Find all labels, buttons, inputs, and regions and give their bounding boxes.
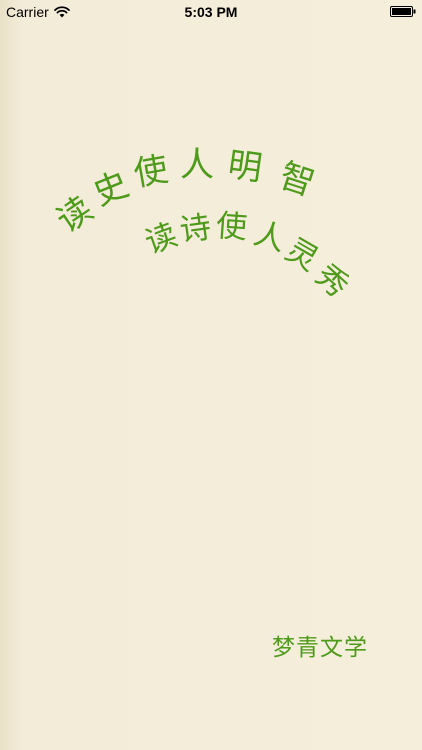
headline-2-char-3: 使 [214,207,249,247]
headline-2-char-1: 读 [140,216,183,262]
headline-2-char-2: 诗 [177,209,214,249]
headline-2-char-6: 秀 [308,257,356,305]
headline-1-char-3: 使 [130,149,172,195]
headline-1-char-1: 读 [49,188,101,242]
status-bar: Carrier 5:03 PM [0,0,422,24]
status-time: 5:03 PM [184,4,238,20]
headline-1-char-6: 智 [274,155,320,205]
headline-2-char-4: 人 [249,215,290,259]
launch-screen: Carrier 5:03 PM 读 史 使 人 明 智 读 诗 使 人 灵 秀 … [0,0,422,750]
battery-icon [390,6,416,17]
headline-1-char-5: 明 [225,144,265,190]
headline-1-char-4: 人 [180,145,214,185]
headline-1-char-2: 史 [87,164,135,214]
brand-label: 梦青文学 [272,635,368,661]
headline-2-char-5: 灵 [279,231,325,279]
